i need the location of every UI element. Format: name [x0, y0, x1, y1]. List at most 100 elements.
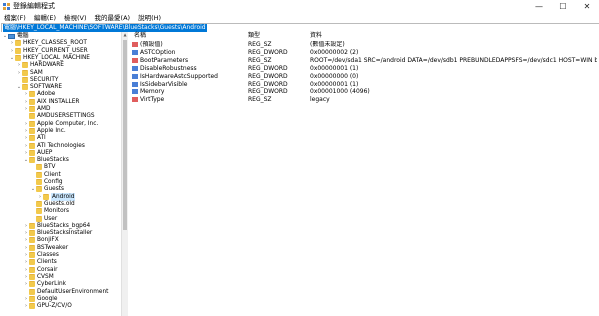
folder-icon: [36, 171, 42, 178]
folder-icon: [36, 179, 42, 185]
title-bar: 登錄編輯程式 — ☐ ✕: [0, 0, 599, 13]
value-row[interactable]: IsHardwareAstcSupported REG_DWORD 0x000000…: [128, 73, 599, 81]
folder-icon: [36, 186, 42, 193]
value-data: 0x00001000 (4096): [310, 88, 370, 96]
value-name: VirtType: [132, 96, 246, 104]
menu-view[interactable]: 檢視(V): [60, 13, 91, 23]
tree-vertical-scrollbar[interactable]: ▲: [121, 32, 128, 316]
value-data: 0x00000002 (2): [310, 48, 359, 56]
folder-icon: [36, 215, 42, 222]
folder-icon: [29, 273, 35, 280]
menu-bar: 檔案(F) 編輯(E) 檢視(V) 我的最愛(A) 說明(H): [0, 13, 599, 23]
string-value-icon: [132, 57, 138, 63]
column-header-data[interactable]: 資料: [310, 32, 322, 40]
folder-icon: [29, 222, 35, 229]
string-value-icon: [132, 97, 138, 103]
folder-icon: [43, 193, 49, 200]
regedit-app-icon: [3, 3, 10, 10]
menu-help[interactable]: 說明(H): [134, 13, 165, 23]
value-name: ASTCOption: [132, 49, 246, 57]
scrollbar-thumb[interactable]: [123, 40, 127, 230]
folder-icon: [36, 200, 42, 207]
value-type: REG_DWORD: [248, 64, 288, 72]
folder-icon: [29, 157, 35, 164]
folder-icon: [29, 91, 35, 98]
value-type: REG_DWORD: [248, 72, 288, 80]
value-type: REG_DWORD: [248, 88, 288, 96]
value-row[interactable]: IsSidebarVisible REG_DWORD 0x00000001 (1): [128, 81, 599, 89]
value-type: REG_SZ: [248, 56, 272, 64]
folder-icon: [36, 208, 42, 215]
value-data: legacy: [310, 96, 330, 104]
folder-icon: [29, 259, 35, 266]
computer-icon: [8, 33, 15, 39]
value-row[interactable]: (預設值) REG_SZ (數值未設定): [128, 41, 599, 49]
value-name: (預設值): [132, 41, 246, 49]
value-name: IsSidebarVisible: [132, 81, 246, 89]
value-row[interactable]: Memory REG_DWORD 0x00001000 (4096): [128, 88, 599, 96]
close-button[interactable]: ✕: [575, 0, 599, 13]
value-row[interactable]: ASTCOption REG_DWORD 0x00000002 (2): [128, 49, 599, 57]
folder-icon: [29, 244, 35, 251]
folder-icon: [29, 230, 35, 237]
address-path[interactable]: 電腦\HKEY_LOCAL_MACHINE\SOFTWARE\BlueStack…: [3, 24, 207, 32]
column-header-name[interactable]: 名稱: [134, 32, 146, 40]
value-data: ROOT=/dev/sda1 SRC=/android DATA=/dev/sd…: [310, 56, 597, 64]
value-type: REG_DWORD: [248, 48, 288, 56]
folder-icon: [22, 69, 28, 76]
binary-value-icon: [132, 89, 138, 95]
value-name: BootParameters: [132, 57, 246, 65]
minimize-button[interactable]: —: [527, 0, 551, 13]
folder-icon: [29, 281, 35, 288]
folder-icon: [29, 127, 35, 134]
menu-favorites[interactable]: 我的最愛(A): [91, 13, 135, 23]
binary-value-icon: [132, 49, 138, 55]
value-row[interactable]: DisableRobustness REG_DWORD 0x00000001 (1): [128, 65, 599, 73]
binary-value-icon: [132, 65, 138, 71]
folder-icon: [22, 76, 28, 83]
folder-icon: [29, 252, 35, 258]
value-type: REG_SZ: [248, 41, 272, 48]
menu-edit[interactable]: 編輯(E): [30, 13, 60, 23]
window-title: 登錄編輯程式: [13, 2, 55, 10]
maximize-button[interactable]: ☐: [551, 0, 575, 13]
folder-icon: [29, 142, 35, 149]
value-row[interactable]: BootParameters REG_SZ ROOT=/dev/sda1 SRC=/…: [128, 57, 599, 65]
folder-icon: [29, 295, 35, 302]
string-value-icon: [132, 42, 138, 47]
folder-icon: [29, 266, 35, 273]
value-row[interactable]: VirtType REG_SZ legacy: [128, 96, 599, 104]
list-header: 名稱 類型 資料: [128, 32, 599, 40]
folder-icon: [29, 237, 35, 244]
value-data: 0x00000001 (1): [310, 64, 359, 72]
folder-icon: [15, 40, 21, 47]
folder-icon: [15, 47, 21, 54]
folder-icon: [29, 98, 35, 105]
column-header-type[interactable]: 類型: [248, 32, 260, 40]
value-type: REG_SZ: [248, 96, 272, 104]
registry-values-list: 名稱 類型 資料 (預設值) REG_SZ (數值未設定) ASTCOption REG…: [128, 32, 599, 316]
value-data: (數值未設定): [310, 41, 345, 48]
folder-icon: [15, 54, 21, 61]
folder-icon: [22, 84, 28, 91]
value-data: 0x00000000 (0): [310, 72, 359, 80]
folder-icon: [29, 120, 35, 127]
folder-icon: [29, 288, 35, 295]
tree-item-label: GPU-Z/CV/O: [37, 303, 72, 310]
folder-icon: [29, 149, 35, 156]
folder-icon: [29, 135, 35, 142]
folder-icon: [29, 303, 35, 310]
value-name: DisableRobustness: [132, 65, 246, 73]
menu-file[interactable]: 檔案(F): [0, 13, 30, 23]
binary-value-icon: [132, 81, 138, 87]
value-name: Memory: [132, 88, 246, 96]
folder-icon: [29, 113, 35, 120]
folder-icon: [36, 164, 42, 171]
binary-value-icon: [132, 73, 138, 79]
value-type: REG_DWORD: [248, 80, 288, 88]
folder-icon: [22, 62, 28, 69]
tree-item[interactable]: › GPU-Z/CV/O: [23, 302, 72, 310]
value-data: 0x00000001 (1): [310, 80, 359, 88]
registry-key-tree: ⌄ 電腦 › HKEY_CLASSES_ROOT › HKEY_CURRENT_USER ⌄…: [0, 32, 121, 316]
value-name: IsHardwareAstcSupported: [132, 73, 246, 81]
